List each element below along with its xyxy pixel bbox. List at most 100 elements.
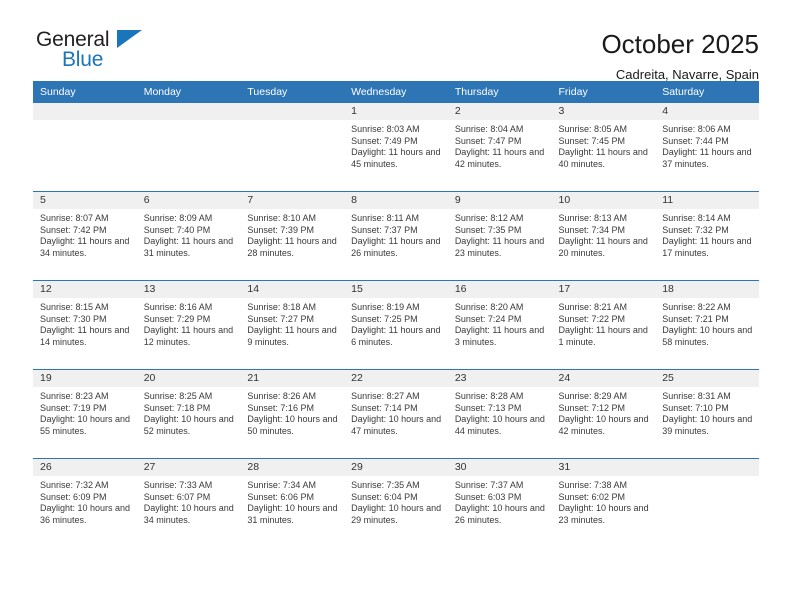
calendar-day-cell[interactable]: 23 Sunrise: 8:28 AM Sunset: 7:13 PM Dayligh… xyxy=(447,369,552,459)
sun-info: Sunrise: 8:20 AM Sunset: 7:24 PM Daylight:… xyxy=(448,298,552,348)
sunset-text: Sunset: 7:12 PM xyxy=(558,402,626,413)
daylight-text: Daylight: 10 hours and 55 minutes. xyxy=(40,414,131,436)
day-number xyxy=(136,103,241,120)
day-cell-inner xyxy=(33,103,137,191)
calendar-day-cell[interactable]: 10 Sunrise: 8:13 AM Sunset: 7:34 PM Dayligh… xyxy=(551,191,656,281)
calendar-cell-empty xyxy=(655,458,759,547)
calendar-day-cell[interactable]: 19 Sunrise: 8:23 AM Sunset: 7:19 PM Dayligh… xyxy=(33,369,137,459)
day-number: 30 xyxy=(447,459,552,476)
calendar-day-cell[interactable]: 13 Sunrise: 8:16 AM Sunset: 7:29 PM Dayligh… xyxy=(136,280,241,370)
daylight-text: Daylight: 11 hours and 45 minutes. xyxy=(351,147,441,169)
day-number: 4 xyxy=(655,103,759,120)
day-number: 13 xyxy=(136,281,241,298)
sun-info: Sunrise: 8:13 AM Sunset: 7:34 PM Daylight:… xyxy=(552,209,656,259)
day-number xyxy=(240,103,345,120)
calendar-day-cell[interactable]: 28 Sunrise: 7:34 AM Sunset: 6:06 PM Dayligh… xyxy=(240,458,345,547)
sunrise-text: Sunrise: 7:34 AM xyxy=(247,480,316,490)
sunrise-text: Sunrise: 7:33 AM xyxy=(143,480,213,490)
sunset-text: Sunset: 7:35 PM xyxy=(454,224,522,235)
day-cell-inner: 12 Sunrise: 8:15 AM Sunset: 7:30 PM Dayligh… xyxy=(33,281,137,369)
calendar-day-cell[interactable]: 30 Sunrise: 7:37 AM Sunset: 6:03 PM Dayligh… xyxy=(447,458,552,547)
sun-info: Sunrise: 8:25 AM Sunset: 7:18 PM Daylight:… xyxy=(137,387,241,437)
general-blue-logo[interactable]: General Blue xyxy=(33,28,153,74)
calendar-day-cell[interactable]: 3 Sunrise: 8:05 AM Sunset: 7:45 PM Daylight… xyxy=(551,103,656,192)
calendar-day-cell[interactable]: 12 Sunrise: 8:15 AM Sunset: 7:30 PM Dayligh… xyxy=(33,280,137,370)
day-cell-inner: 2 Sunrise: 8:04 AM Sunset: 7:47 PM Daylight… xyxy=(447,103,552,191)
sunrise-text: Sunrise: 7:37 AM xyxy=(454,480,524,490)
calendar-day-cell[interactable]: 18 Sunrise: 8:22 AM Sunset: 7:21 PM Dayligh… xyxy=(655,280,759,370)
daylight-text: Daylight: 11 hours and 26 minutes. xyxy=(351,236,441,258)
calendar-day-cell[interactable]: 22 Sunrise: 8:27 AM Sunset: 7:14 PM Dayligh… xyxy=(344,369,448,459)
sunset-text: Sunset: 7:16 PM xyxy=(247,402,314,413)
day-cell-inner: 6 Sunrise: 8:09 AM Sunset: 7:40 PM Daylight… xyxy=(136,192,241,280)
calendar-day-cell[interactable]: 17 Sunrise: 8:21 AM Sunset: 7:22 PM Dayligh… xyxy=(551,280,656,370)
day-number xyxy=(655,459,759,476)
sunset-text: Sunset: 7:22 PM xyxy=(558,313,626,324)
daylight-text: Daylight: 11 hours and 12 minutes. xyxy=(143,325,234,347)
day-cell-inner: 5 Sunrise: 8:07 AM Sunset: 7:42 PM Daylight… xyxy=(33,192,137,280)
weekday-header-tuesday: Tuesday xyxy=(240,81,345,103)
sunset-text: Sunset: 7:29 PM xyxy=(143,313,211,324)
day-cell-inner xyxy=(655,459,759,547)
calendar-day-cell[interactable]: 9 Sunrise: 8:12 AM Sunset: 7:35 PM Daylight… xyxy=(447,191,552,281)
calendar-week-row: 19 Sunrise: 8:23 AM Sunset: 7:19 PM Dayligh… xyxy=(33,369,759,459)
daylight-text: Daylight: 10 hours and 50 minutes. xyxy=(247,414,338,436)
calendar-day-cell[interactable]: 7 Sunrise: 8:10 AM Sunset: 7:39 PM Daylight… xyxy=(240,191,345,281)
day-number: 18 xyxy=(655,281,759,298)
daylight-text: Daylight: 11 hours and 1 minute. xyxy=(558,325,648,347)
sunset-text: Sunset: 6:06 PM xyxy=(247,491,314,502)
calendar-day-cell[interactable]: 15 Sunrise: 8:19 AM Sunset: 7:25 PM Dayligh… xyxy=(344,280,448,370)
calendar-day-cell[interactable]: 20 Sunrise: 8:25 AM Sunset: 7:18 PM Dayligh… xyxy=(136,369,241,459)
sunset-text: Sunset: 6:07 PM xyxy=(143,491,211,502)
sun-info: Sunrise: 7:37 AM Sunset: 6:03 PM Daylight:… xyxy=(448,476,552,526)
day-cell-inner: 22 Sunrise: 8:27 AM Sunset: 7:14 PM Dayligh… xyxy=(344,370,448,458)
calendar-week-row: 5 Sunrise: 8:07 AM Sunset: 7:42 PM Daylight… xyxy=(33,191,759,281)
sunset-text: Sunset: 7:34 PM xyxy=(558,224,626,235)
sun-info: Sunrise: 7:32 AM Sunset: 6:09 PM Daylight:… xyxy=(33,476,137,526)
weekday-header-monday: Monday xyxy=(136,81,241,103)
day-number: 6 xyxy=(136,192,241,209)
sun-info: Sunrise: 8:05 AM Sunset: 7:45 PM Daylight:… xyxy=(552,120,656,170)
sun-info: Sunrise: 8:31 AM Sunset: 7:10 PM Daylight:… xyxy=(655,387,759,437)
day-number: 8 xyxy=(344,192,448,209)
calendar-day-cell[interactable]: 5 Sunrise: 8:07 AM Sunset: 7:42 PM Daylight… xyxy=(33,191,137,281)
calendar-day-cell[interactable]: 2 Sunrise: 8:04 AM Sunset: 7:47 PM Daylight… xyxy=(447,103,552,192)
sunset-text: Sunset: 7:44 PM xyxy=(662,135,729,146)
sun-info: Sunrise: 8:07 AM Sunset: 7:42 PM Daylight:… xyxy=(33,209,137,259)
sunrise-text: Sunrise: 8:12 AM xyxy=(454,213,524,223)
calendar-day-cell[interactable]: 31 Sunrise: 7:38 AM Sunset: 6:02 PM Dayligh… xyxy=(551,458,656,547)
day-cell-inner: 23 Sunrise: 8:28 AM Sunset: 7:13 PM Dayligh… xyxy=(447,370,552,458)
calendar-day-cell[interactable]: 1 Sunrise: 8:03 AM Sunset: 7:49 PM Daylight… xyxy=(344,103,448,192)
calendar-day-cell[interactable]: 25 Sunrise: 8:31 AM Sunset: 7:10 PM Dayligh… xyxy=(655,369,759,459)
sunset-text: Sunset: 7:18 PM xyxy=(143,402,211,413)
weekday-header-sunday: Sunday xyxy=(33,81,137,103)
day-number: 16 xyxy=(447,281,552,298)
calendar-day-cell[interactable]: 14 Sunrise: 8:18 AM Sunset: 7:27 PM Dayligh… xyxy=(240,280,345,370)
calendar-day-cell[interactable]: 27 Sunrise: 7:33 AM Sunset: 6:07 PM Dayligh… xyxy=(136,458,241,547)
daylight-text: Daylight: 11 hours and 20 minutes. xyxy=(558,236,648,258)
day-number: 26 xyxy=(33,459,137,476)
sun-info: Sunrise: 8:10 AM Sunset: 7:39 PM Daylight:… xyxy=(240,209,344,259)
sunset-text: Sunset: 7:13 PM xyxy=(454,402,522,413)
daylight-text: Daylight: 11 hours and 42 minutes. xyxy=(454,147,545,169)
sun-info: Sunrise: 8:23 AM Sunset: 7:19 PM Daylight:… xyxy=(33,387,137,437)
day-cell-inner: 18 Sunrise: 8:22 AM Sunset: 7:21 PM Dayligh… xyxy=(655,281,759,369)
sunset-text: Sunset: 7:47 PM xyxy=(454,135,522,146)
calendar-day-cell[interactable]: 11 Sunrise: 8:14 AM Sunset: 7:32 PM Dayligh… xyxy=(655,191,759,281)
calendar-day-cell[interactable]: 8 Sunrise: 8:11 AM Sunset: 7:37 PM Daylight… xyxy=(344,191,448,281)
sun-info: Sunrise: 8:06 AM Sunset: 7:44 PM Daylight:… xyxy=(655,120,759,170)
sunrise-text: Sunrise: 8:16 AM xyxy=(143,302,213,312)
calendar-day-cell[interactable]: 24 Sunrise: 8:29 AM Sunset: 7:12 PM Dayligh… xyxy=(551,369,656,459)
calendar-day-cell[interactable]: 21 Sunrise: 8:26 AM Sunset: 7:16 PM Dayligh… xyxy=(240,369,345,459)
calendar-day-cell[interactable]: 16 Sunrise: 8:20 AM Sunset: 7:24 PM Dayligh… xyxy=(447,280,552,370)
calendar-day-cell[interactable]: 29 Sunrise: 7:35 AM Sunset: 6:04 PM Dayligh… xyxy=(344,458,448,547)
calendar-day-cell[interactable]: 6 Sunrise: 8:09 AM Sunset: 7:40 PM Daylight… xyxy=(136,191,241,281)
daylight-text: Daylight: 10 hours and 26 minutes. xyxy=(454,503,545,525)
sun-info: Sunrise: 8:28 AM Sunset: 7:13 PM Daylight:… xyxy=(448,387,552,437)
sun-info: Sunrise: 8:09 AM Sunset: 7:40 PM Daylight:… xyxy=(137,209,241,259)
sunrise-text: Sunrise: 8:13 AM xyxy=(558,213,628,223)
day-cell-inner: 19 Sunrise: 8:23 AM Sunset: 7:19 PM Dayligh… xyxy=(33,370,137,458)
sunset-text: Sunset: 7:45 PM xyxy=(558,135,626,146)
calendar-day-cell[interactable]: 4 Sunrise: 8:06 AM Sunset: 7:44 PM Daylight… xyxy=(655,103,759,192)
calendar-day-cell[interactable]: 26 Sunrise: 7:32 AM Sunset: 6:09 PM Dayligh… xyxy=(33,458,137,547)
